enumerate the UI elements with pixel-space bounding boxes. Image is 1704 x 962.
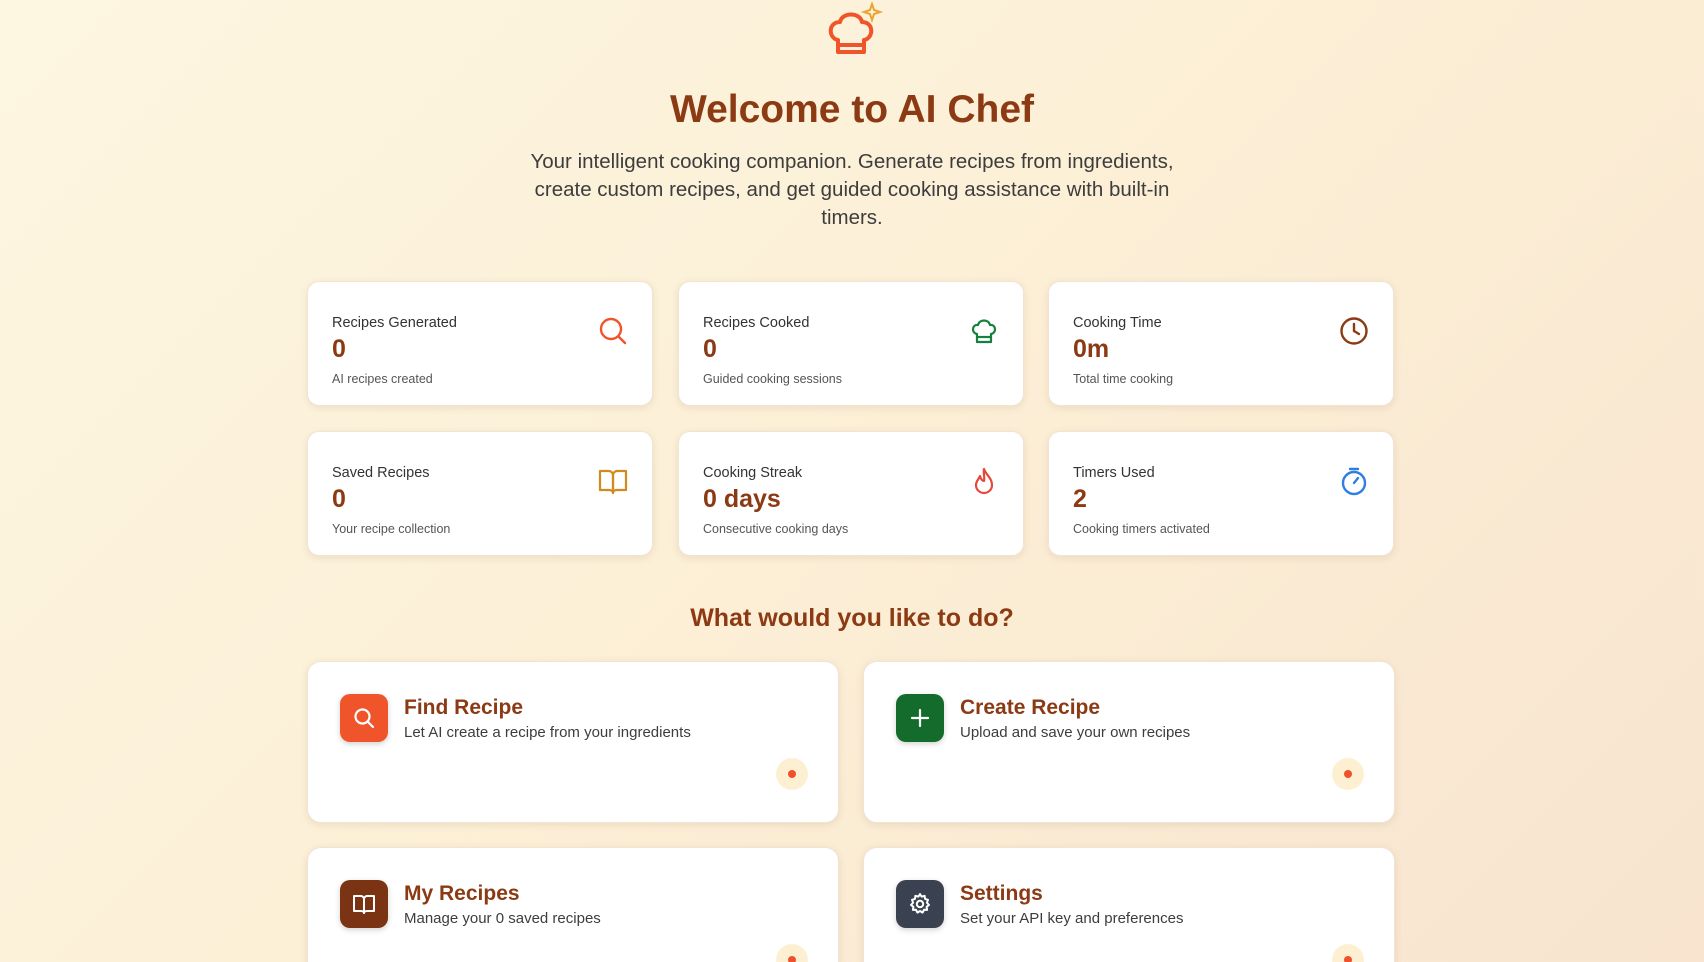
action-desc: Set your API key and preferences	[960, 910, 1184, 927]
book-icon	[598, 469, 628, 495]
stat-card-cooking-time: Cooking Time 0m Total time cooking	[1048, 281, 1394, 406]
stat-label: Cooking Streak	[703, 465, 803, 481]
stat-value: 0 days	[703, 485, 781, 513]
stat-desc: Your recipe collection	[332, 522, 451, 536]
search-icon	[354, 708, 375, 729]
action-title: Create Recipe	[960, 696, 1101, 719]
stat-value: 0	[703, 335, 717, 363]
stat-value: 0	[332, 335, 346, 363]
find-recipe-card[interactable]: Find Recipe Let AI create a recipe from …	[307, 661, 839, 823]
chef-hat-sparkle-icon	[828, 2, 884, 54]
stat-label: Saved Recipes	[332, 465, 430, 481]
stat-desc: Total time cooking	[1073, 372, 1174, 386]
action-title: My Recipes	[404, 882, 520, 905]
action-title: Find Recipe	[404, 696, 524, 719]
action-desc: Manage your 0 saved recipes	[404, 910, 601, 927]
indicator-dot	[1332, 758, 1364, 790]
stat-desc: AI recipes created	[332, 372, 433, 386]
settings-icon-box	[896, 880, 944, 928]
indicator-dot	[776, 944, 808, 962]
chef-hat-icon	[971, 319, 997, 344]
action-title: Settings	[960, 882, 1043, 905]
stat-desc: Consecutive cooking days	[703, 522, 849, 536]
my-recipes-card[interactable]: My Recipes Manage your 0 saved recipes	[307, 847, 839, 962]
stat-desc: Guided cooking sessions	[703, 372, 842, 386]
create-recipe-icon-box	[896, 694, 944, 742]
action-desc: Let AI create a recipe from your ingredi…	[404, 724, 691, 741]
stat-value: 0	[332, 485, 346, 513]
stat-label: Cooking Time	[1073, 315, 1162, 331]
stat-value: 2	[1073, 485, 1087, 513]
clock-icon	[1340, 317, 1368, 345]
settings-card[interactable]: Settings Set your API key and preference…	[863, 847, 1395, 962]
plus-icon	[910, 708, 930, 728]
flame-icon	[974, 467, 994, 495]
search-icon	[599, 317, 627, 345]
stat-label: Recipes Cooked	[703, 315, 810, 331]
create-recipe-card[interactable]: Create Recipe Upload and save your own r…	[863, 661, 1395, 823]
book-icon	[353, 895, 375, 914]
find-recipe-icon-box	[340, 694, 388, 742]
stopwatch-icon	[1341, 467, 1367, 496]
indicator-dot	[776, 758, 808, 790]
stat-label: Recipes Generated	[332, 315, 457, 331]
my-recipes-icon-box	[340, 880, 388, 928]
page-title: Welcome to AI Chef	[669, 88, 1035, 131]
stat-value: 0m	[1073, 335, 1110, 363]
stat-card-cooking-streak: Cooking Streak 0 days Consecutive cookin…	[678, 431, 1024, 556]
indicator-dot	[1332, 944, 1364, 962]
stat-card-recipes-cooked: Recipes Cooked 0 Guided cooking sessions	[678, 281, 1024, 406]
stat-card-recipes-generated: Recipes Generated 0 AI recipes created	[307, 281, 653, 406]
stat-desc: Cooking timers activated	[1073, 522, 1210, 536]
stat-card-saved-recipes: Saved Recipes 0 Your recipe collection	[307, 431, 653, 556]
stat-label: Timers Used	[1073, 465, 1155, 481]
stat-card-timers-used: Timers Used 2 Cooking timers activated	[1048, 431, 1394, 556]
gear-icon	[910, 893, 930, 914]
section-title: What would you like to do?	[690, 604, 1014, 632]
page-subtitle: Your intelligent cooking companion. Gene…	[530, 150, 1174, 229]
action-desc: Upload and save your own recipes	[960, 724, 1191, 741]
